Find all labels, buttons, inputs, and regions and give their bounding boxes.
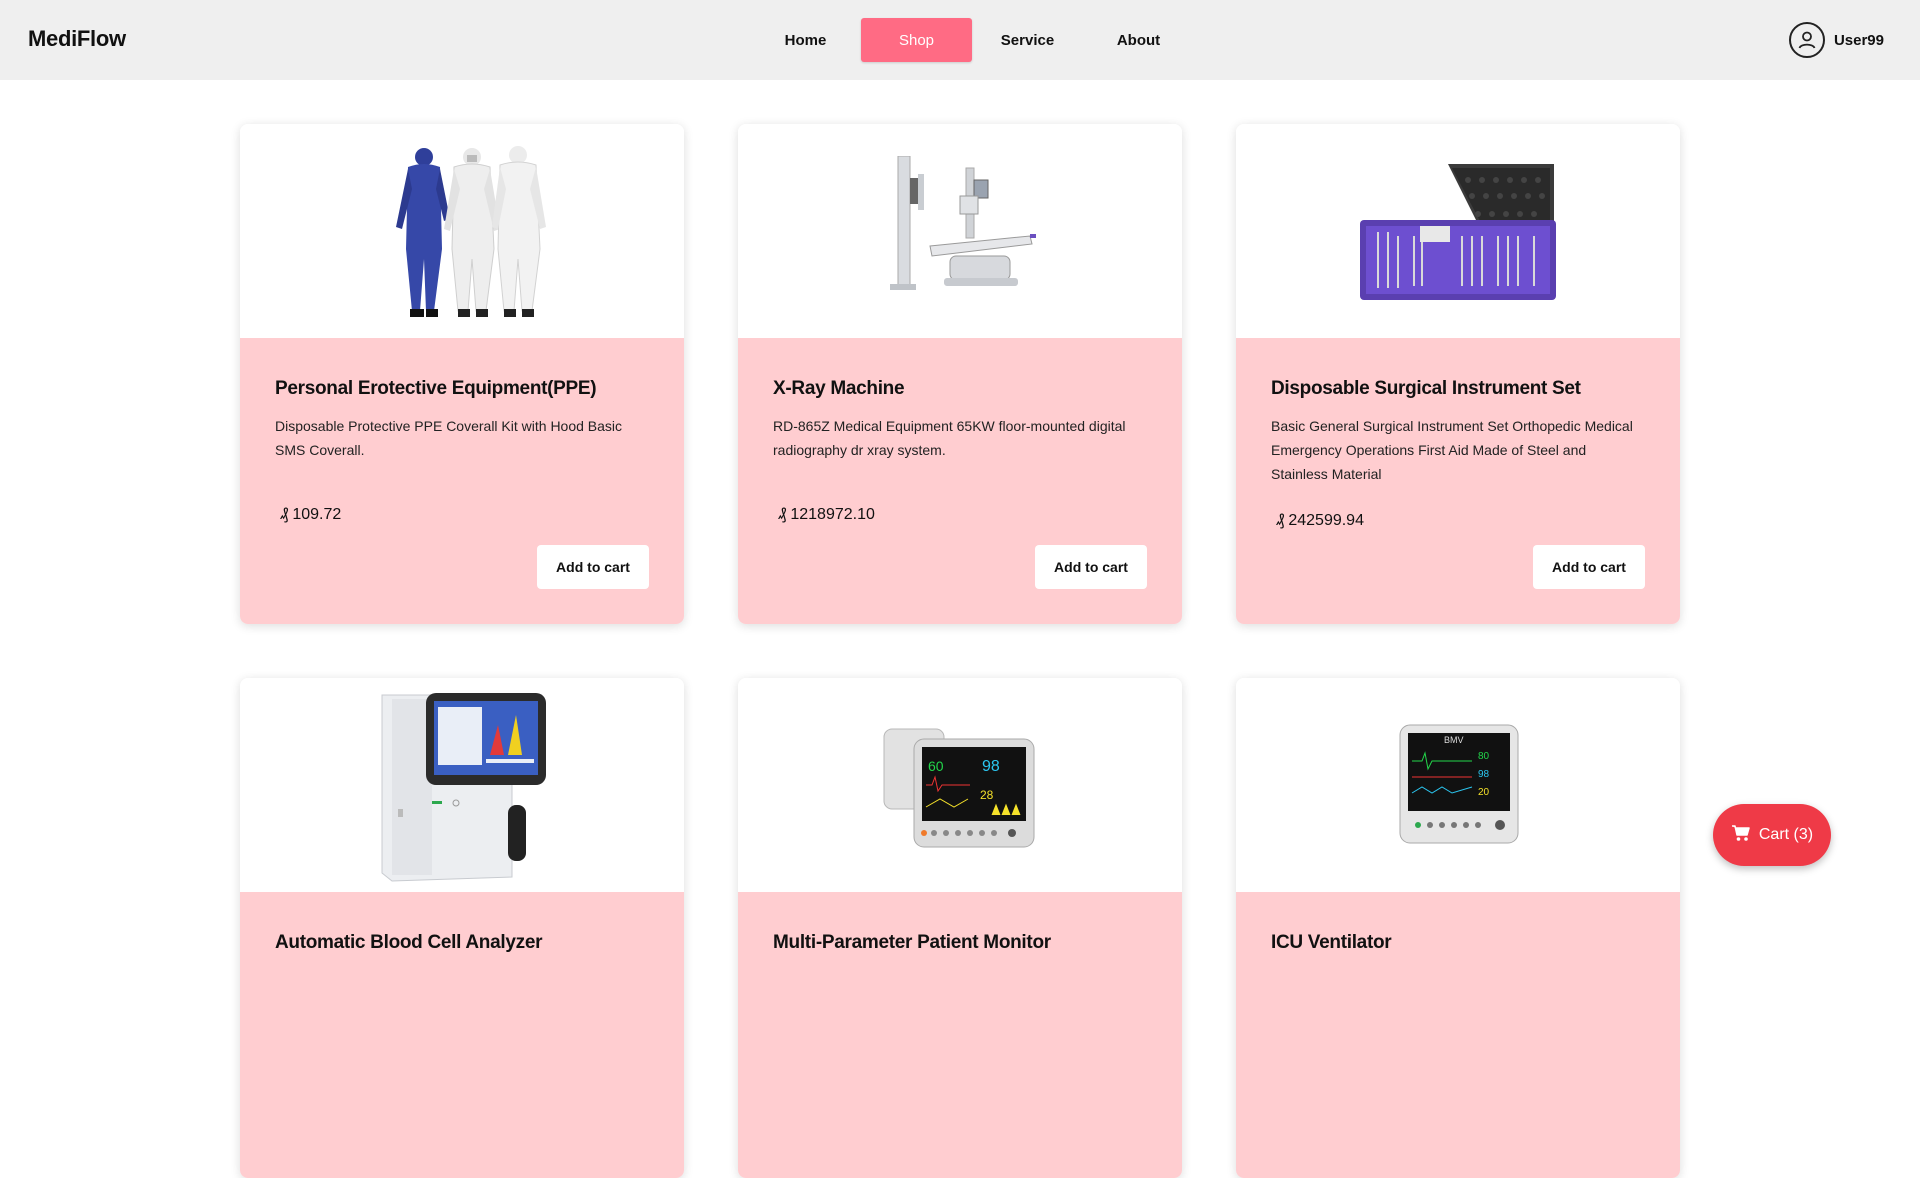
icu-ventilator-image: BMV 80 98 20 (1236, 678, 1680, 892)
product-info: Multi-Parameter Patient Monitor (738, 892, 1182, 1178)
product-title: ICU Ventilator (1271, 932, 1392, 953)
brand-logo-text[interactable]: MediFlow (28, 26, 126, 52)
product-card: 60 98 28 Multi-Parameter Patient Monitor (738, 678, 1182, 1178)
product-description: Basic General Surgical Instrument Set Or… (1271, 418, 1633, 482)
product-info: Disposable Surgical Instrument Set Basic… (1236, 338, 1680, 624)
price-value: 1218972.10 (790, 506, 875, 523)
product-title: Multi-Parameter Patient Monitor (773, 932, 1051, 953)
product-card: X-Ray Machine RD-865Z Medical Equipment … (738, 124, 1182, 624)
svg-text:60: 60 (928, 758, 944, 774)
nav-item-service[interactable]: Service (972, 18, 1083, 62)
product-price: ₰ 1218972.10 (778, 506, 875, 524)
svg-text:98: 98 (982, 758, 1000, 775)
product-title: Personal Erotective Equipment(PPE) (275, 378, 597, 399)
product-card: Disposable Surgical Instrument Set Basic… (1236, 124, 1680, 624)
add-to-cart-button[interactable]: Add to cart (1035, 545, 1147, 589)
product-info: Personal Erotective Equipment(PPE) Dispo… (240, 338, 684, 624)
product-description: RD-865Z Medical Equipment 65KW floor-mou… (773, 418, 1126, 458)
product-card: Automatic Blood Cell Analyzer (240, 678, 684, 1178)
price-value: 242599.94 (1288, 512, 1364, 529)
product-card: BMV 80 98 20 ICU Ventilator (1236, 678, 1680, 1178)
user-menu[interactable]: User99 (1788, 22, 1884, 58)
svg-text:BMV: BMV (1444, 735, 1464, 745)
product-price: ₰ 242599.94 (1276, 512, 1364, 530)
main-nav: Home Shop Service About (750, 18, 1194, 62)
svg-text:98: 98 (1478, 769, 1490, 780)
nav-item-shop[interactable]: Shop (861, 18, 972, 62)
product-title: Disposable Surgical Instrument Set (1271, 378, 1581, 399)
currency-icon: ₰ (1276, 512, 1285, 529)
xray-machine-image (738, 124, 1182, 338)
add-to-cart-button[interactable]: Add to cart (537, 545, 649, 589)
product-title: Automatic Blood Cell Analyzer (275, 932, 543, 953)
currency-icon: ₰ (778, 506, 787, 523)
svg-text:80: 80 (1478, 751, 1490, 762)
top-navigation-bar: MediFlow Home Shop Service About User99 (0, 0, 1920, 80)
cart-label: Cart (3) (1758, 826, 1814, 843)
user-icon (1788, 22, 1825, 58)
product-price: ₰ 109.72 (280, 506, 341, 524)
user-name: User99 (1833, 31, 1884, 49)
currency-icon: ₰ (280, 506, 289, 523)
cart-button[interactable]: Cart (3) (1713, 804, 1831, 866)
product-title: X-Ray Machine (773, 378, 905, 399)
price-value: 109.72 (292, 506, 342, 523)
product-card: Personal Erotective Equipment(PPE) Dispo… (240, 124, 684, 624)
svg-text:20: 20 (1478, 787, 1490, 798)
nav-item-home[interactable]: Home (750, 18, 861, 62)
add-to-cart-button[interactable]: Add to cart (1533, 545, 1645, 589)
surgical-kit-image (1236, 124, 1680, 338)
ppe-coverall-image (240, 124, 684, 338)
product-info: ICU Ventilator (1236, 892, 1680, 1178)
svg-text:28: 28 (980, 788, 994, 802)
nav-item-about[interactable]: About (1083, 18, 1194, 62)
product-description: Disposable Protective PPE Coverall Kit w… (275, 418, 623, 458)
patient-monitor-image: 60 98 28 (738, 678, 1182, 892)
product-info: Automatic Blood Cell Analyzer (240, 892, 684, 1178)
cart-icon (1731, 824, 1751, 847)
blood-analyzer-image (240, 678, 684, 892)
product-info: X-Ray Machine RD-865Z Medical Equipment … (738, 338, 1182, 624)
